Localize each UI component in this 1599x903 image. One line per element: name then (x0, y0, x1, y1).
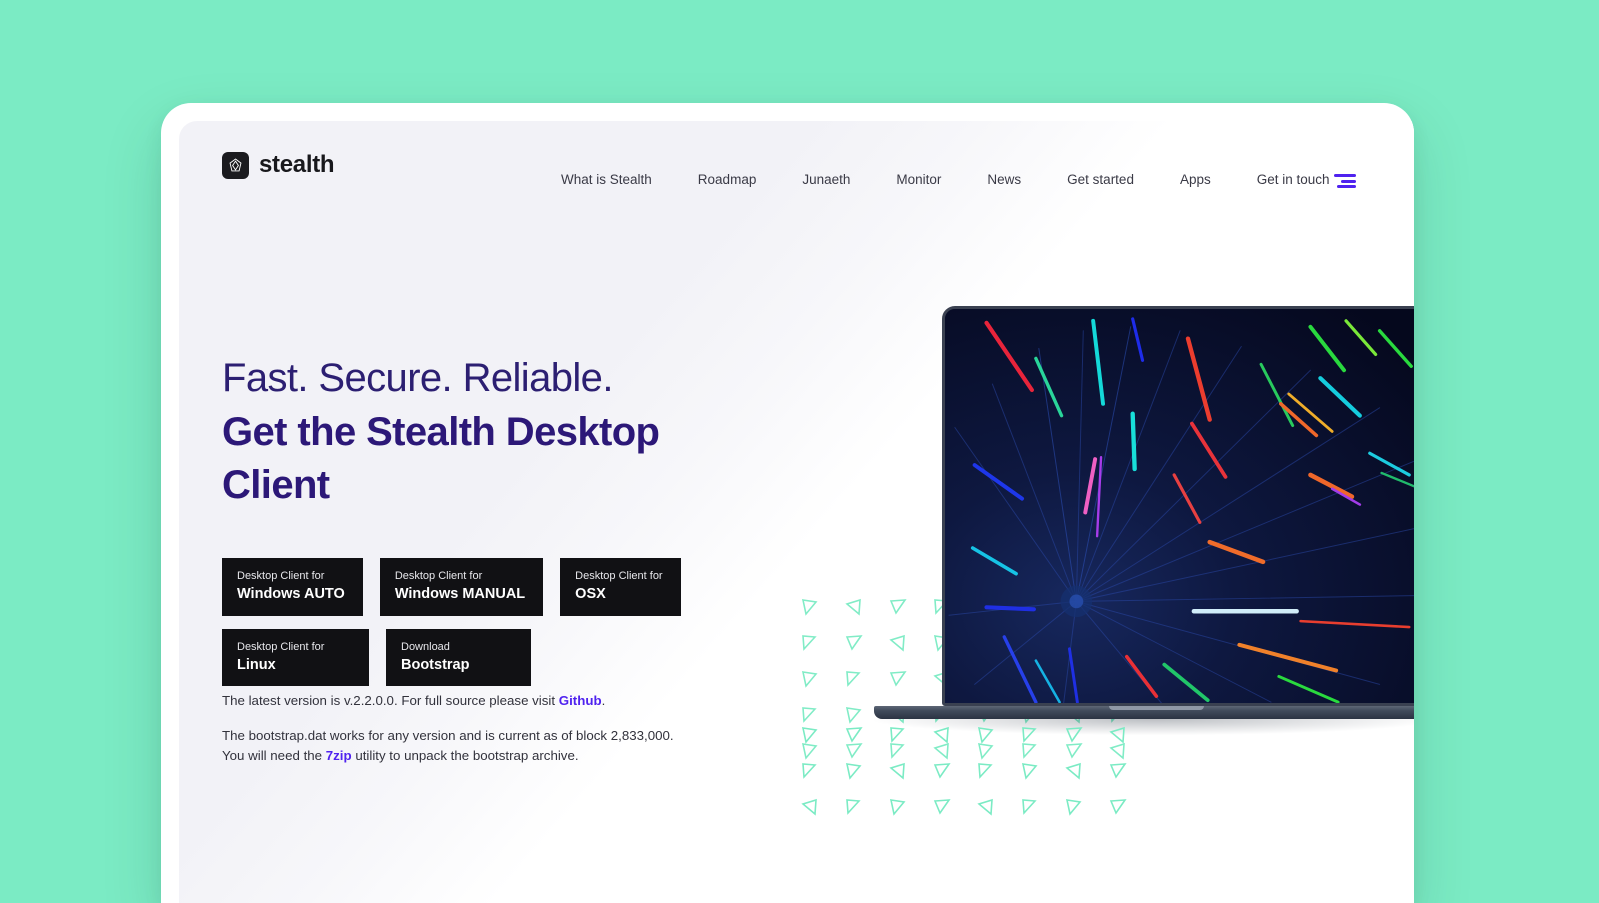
site-header: stealth What is Stealth Roadmap Junaeth … (179, 121, 1414, 217)
github-link[interactable]: Github (559, 693, 602, 708)
radial-light-streaks-wallpaper (945, 309, 1414, 703)
download-windows-auto-main: Windows AUTO (237, 585, 345, 602)
nav-item-news[interactable]: News (964, 173, 1044, 187)
hamburger-bar-1 (1334, 174, 1356, 177)
download-osx-button[interactable]: Desktop Client for OSX (560, 558, 681, 616)
laptop-mockup (874, 306, 1414, 735)
download-bootstrap-button[interactable]: Download Bootstrap (386, 628, 531, 687)
download-row-1: Desktop Client for Windows AUTO Desktop … (222, 558, 782, 616)
nav-item-get-started[interactable]: Get started (1044, 173, 1157, 187)
download-windows-manual-button[interactable]: Desktop Client for Windows MANUAL (379, 558, 544, 616)
download-windows-manual-sub: Desktop Client for (394, 570, 483, 582)
version-note-prefix: The latest version is v.2.2.0.0. For ful… (222, 693, 559, 708)
download-buttons: Desktop Client for Windows AUTO Desktop … (222, 558, 782, 699)
hero-section: Fast. Secure. Reliable. Get the Stealth … (222, 353, 742, 512)
hero-title-line-1: Get the Stealth Desktop (222, 410, 660, 455)
teal-triangle-pattern-lower (802, 727, 1126, 815)
page-title: Get the Stealth Desktop Client (222, 406, 742, 512)
primary-navigation: What is Stealth Roadmap Junaeth Monitor … (561, 173, 1353, 187)
download-row-2: Desktop Client for Linux Download Bootst… (222, 628, 782, 687)
version-note: The latest version is v.2.2.0.0. For ful… (222, 691, 692, 711)
download-windows-auto-button[interactable]: Desktop Client for Windows AUTO (222, 558, 363, 616)
bootstrap-note: The bootstrap.dat works for any version … (222, 726, 692, 766)
brand-logo[interactable]: stealth (222, 151, 335, 179)
download-osx-main: OSX (575, 585, 606, 602)
version-note-suffix: . (601, 693, 606, 708)
download-linux-sub: Desktop Client for (237, 640, 325, 653)
download-bootstrap-main: Bootstrap (401, 656, 470, 673)
nav-item-junaeth[interactable]: Junaeth (779, 173, 873, 187)
device-frame: stealth What is Stealth Roadmap Junaeth … (161, 103, 1414, 903)
hero-eyebrow: Fast. Secure. Reliable. (222, 356, 613, 400)
webpage-surface: stealth What is Stealth Roadmap Junaeth … (179, 121, 1414, 903)
download-linux-button[interactable]: Desktop Client for Linux (222, 628, 369, 687)
nav-item-roadmap[interactable]: Roadmap (675, 173, 780, 187)
hamburger-menu-icon[interactable] (1334, 172, 1356, 190)
download-bootstrap-sub: Download (401, 640, 450, 653)
version-notes: The latest version is v.2.2.0.0. For ful… (222, 691, 692, 782)
nav-item-what-is-stealth[interactable]: What is Stealth (561, 173, 675, 187)
download-windows-auto-sub: Desktop Client for (237, 570, 325, 582)
7zip-link[interactable]: 7zip (326, 748, 352, 763)
stealth-diamond-logo-icon (222, 151, 249, 179)
hamburger-bar-3 (1337, 185, 1356, 188)
download-linux-main: Linux (237, 656, 276, 673)
nav-item-apps[interactable]: Apps (1157, 173, 1234, 187)
brand-name: stealth (259, 151, 335, 178)
hero-title-line-2: Client (222, 462, 330, 507)
nav-item-monitor[interactable]: Monitor (873, 173, 964, 187)
laptop-base (874, 706, 1414, 719)
download-osx-sub: Desktop Client for (575, 570, 663, 582)
download-windows-manual-main: Windows MANUAL (394, 585, 526, 602)
hamburger-bar-2 (1341, 179, 1356, 183)
laptop-screen (942, 306, 1414, 706)
bootstrap-note-suffix: utility to unpack the bootstrap archive. (351, 748, 579, 764)
